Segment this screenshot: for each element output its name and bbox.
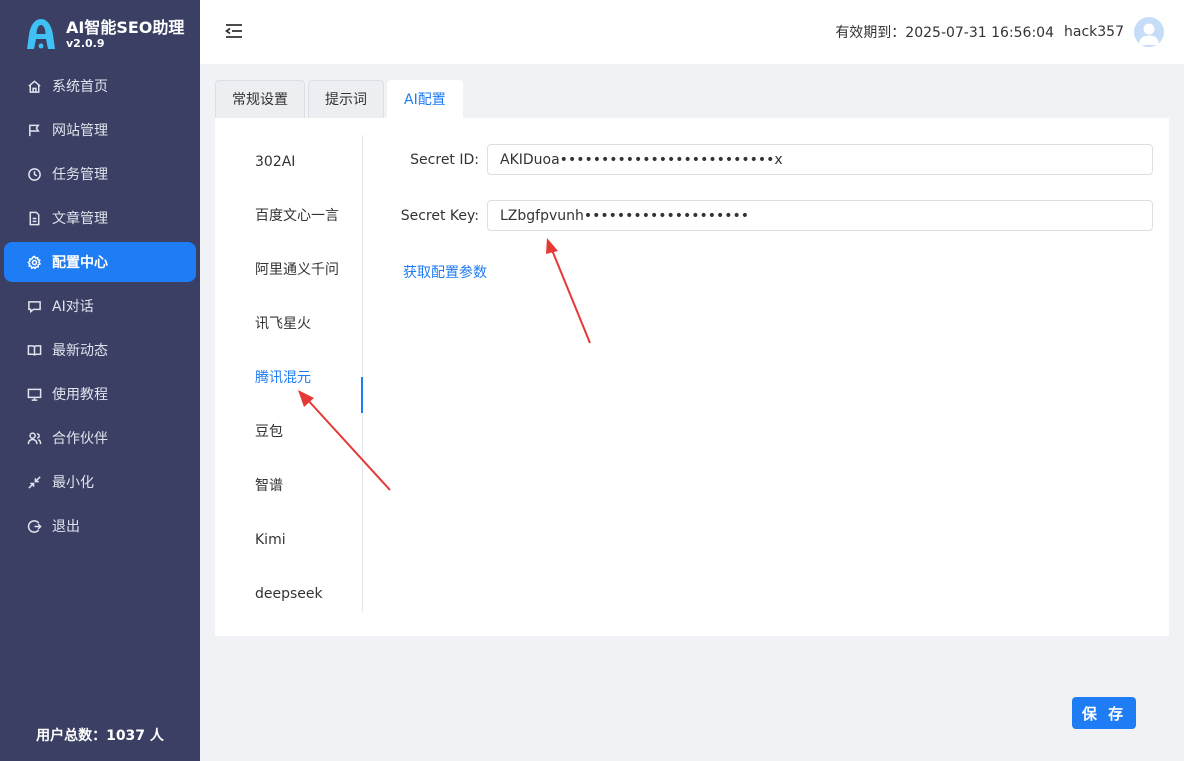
ai-config-panel: 302AI 百度文心一言 阿里通义千问 讯飞星火 腾讯混元 豆包 智谱 Kimi… [215, 118, 1169, 636]
sidebar-item-home[interactable]: 系统首页 [4, 66, 196, 106]
sidebar-item-label: 最新动态 [52, 343, 108, 359]
user-avatar-icon [1139, 23, 1159, 45]
users-icon [26, 430, 42, 446]
provider-tencent-hunyuan[interactable]: 腾讯混元 [255, 351, 363, 405]
secret-key-label: Secret Key: [400, 207, 479, 224]
provider-ali-tongyi[interactable]: 阿里通义千问 [255, 243, 363, 297]
sidebar-item-news[interactable]: 最新动态 [4, 330, 196, 370]
top-header: 有效期到：2025-07-31 16:56:04 hack357 [200, 0, 1184, 64]
tab-general-settings[interactable]: 常规设置 [215, 80, 305, 118]
sidebar-item-label: 最小化 [52, 475, 94, 491]
provider-deepseek[interactable]: deepseek [255, 567, 363, 621]
provider-doubao[interactable]: 豆包 [255, 405, 363, 459]
sidebar-item-config[interactable]: 配置中心 [4, 242, 196, 282]
provider-xunfei-spark[interactable]: 讯飞星火 [255, 297, 363, 351]
home-icon [26, 78, 42, 94]
get-config-params-link[interactable]: 获取配置参数 [403, 262, 487, 282]
sidebar-item-label: 任务管理 [52, 167, 108, 183]
sidebar-item-label: 合作伙伴 [52, 431, 108, 447]
avatar[interactable] [1134, 17, 1164, 47]
sidebar-item-ai-chat[interactable]: AI对话 [4, 286, 196, 326]
logout-icon [26, 518, 42, 534]
tab-prompts[interactable]: 提示词 [308, 80, 384, 118]
secret-id-row: Secret ID: [375, 144, 1155, 175]
menu-collapse-icon[interactable] [224, 21, 244, 41]
provider-zhipu[interactable]: 智谱 [255, 459, 363, 513]
sidebar-item-articles[interactable]: 文章管理 [4, 198, 196, 238]
sidebar: AI智能SEO助理 v2.0.9 系统首页 网站管理 任务管理 文章管理 配置中… [0, 0, 200, 761]
secret-id-label: Secret ID: [410, 151, 479, 168]
secret-key-input[interactable] [487, 200, 1153, 231]
sidebar-item-label: AI对话 [52, 299, 94, 315]
sidebar-item-minimize[interactable]: 最小化 [4, 462, 196, 502]
sidebar-item-logout[interactable]: 退出 [4, 506, 196, 546]
secret-key-row: Secret Key: [375, 200, 1155, 231]
app-version: v2.0.9 [66, 36, 105, 50]
clock-icon [26, 166, 42, 182]
app-logo-icon [27, 19, 55, 50]
gear-icon [26, 254, 42, 270]
tab-ai-config[interactable]: AI配置 [387, 80, 463, 118]
chat-icon [26, 298, 42, 314]
flag-icon [26, 122, 42, 138]
sidebar-item-label: 配置中心 [52, 255, 108, 271]
sidebar-item-label: 退出 [52, 519, 80, 535]
active-provider-indicator [361, 377, 363, 413]
provider-list: 302AI 百度文心一言 阿里通义千问 讯飞星火 腾讯混元 豆包 智谱 Kimi… [215, 135, 363, 612]
expiry-date: 有效期到：2025-07-31 16:56:04 [835, 25, 1055, 41]
minimize-icon [26, 474, 42, 490]
sidebar-item-partners[interactable]: 合作伙伴 [4, 418, 196, 458]
provider-kimi[interactable]: Kimi [255, 513, 363, 567]
document-icon [26, 210, 42, 226]
monitor-icon [26, 386, 42, 402]
settings-tabs: 常规设置 提示词 AI配置 [215, 80, 466, 118]
username[interactable]: hack357 [1064, 24, 1124, 40]
secret-id-input[interactable] [487, 144, 1153, 175]
sidebar-item-label: 使用教程 [52, 387, 108, 403]
app-name: AI智能SEO助理 [66, 17, 185, 37]
sidebar-menu: 系统首页 网站管理 任务管理 文章管理 配置中心 AI对话 最新动态 使用教程 [4, 66, 196, 550]
header-user-area: 有效期到：2025-07-31 16:56:04 hack357 [835, 16, 1164, 48]
sidebar-item-tasks[interactable]: 任务管理 [4, 154, 196, 194]
sidebar-item-label: 文章管理 [52, 211, 108, 227]
sidebar-item-tutorial[interactable]: 使用教程 [4, 374, 196, 414]
provider-302ai[interactable]: 302AI [255, 135, 363, 189]
sidebar-item-sites[interactable]: 网站管理 [4, 110, 196, 150]
save-button[interactable]: 保 存 [1072, 697, 1136, 729]
brand: AI智能SEO助理 v2.0.9 [24, 16, 184, 52]
book-icon [26, 342, 42, 358]
sidebar-item-label: 系统首页 [52, 79, 108, 95]
provider-baidu-wenxin[interactable]: 百度文心一言 [255, 189, 363, 243]
sidebar-item-label: 网站管理 [52, 123, 108, 139]
user-count: 用户总数：1037 人 [36, 728, 164, 744]
